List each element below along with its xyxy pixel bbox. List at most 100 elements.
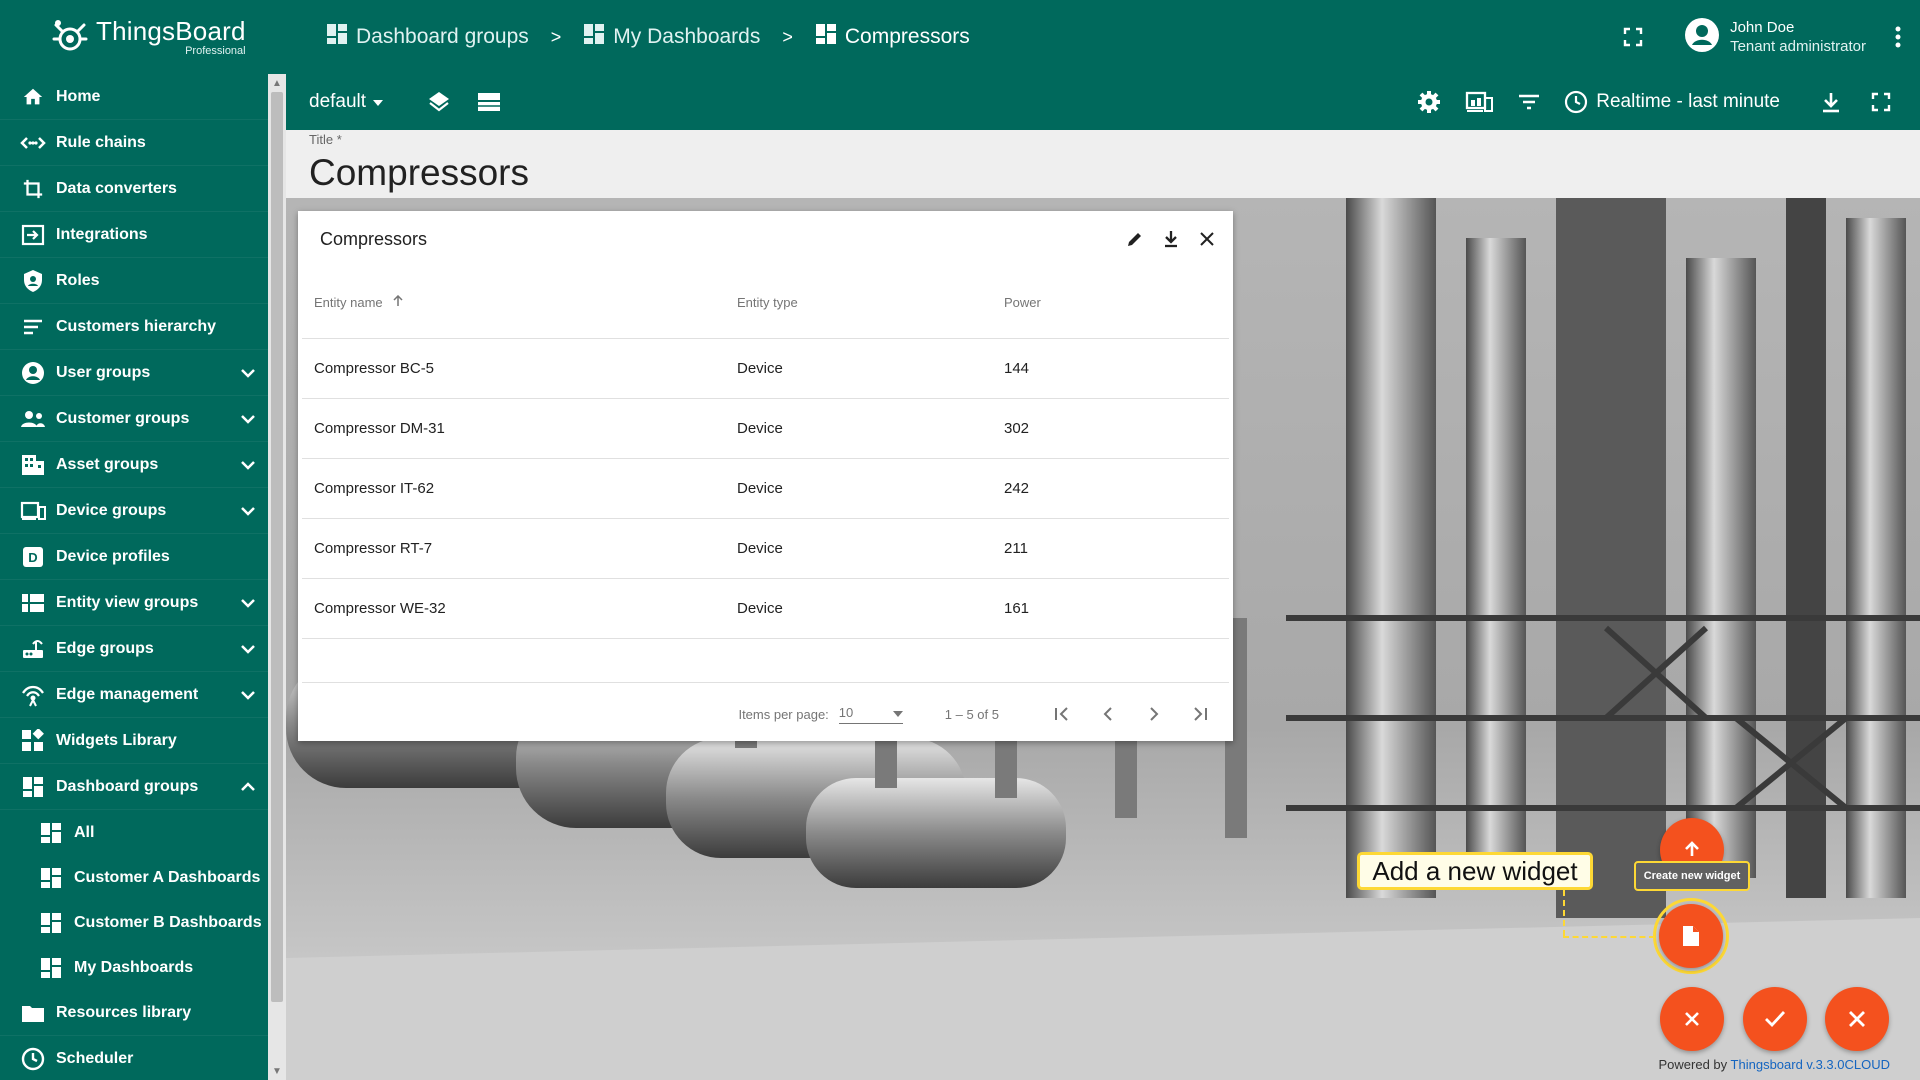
chevron-down-icon[interactable] xyxy=(228,368,268,378)
sidebar-item-customers-hierarchy[interactable]: Customers hierarchy xyxy=(0,304,268,350)
sidebar-item-integrations[interactable]: Integrations xyxy=(0,212,268,258)
create-new-widget-fab[interactable] xyxy=(1659,904,1723,968)
chevron-up-icon[interactable] xyxy=(228,781,268,792)
chevron-down-icon[interactable] xyxy=(228,644,268,654)
scroll-up-icon[interactable]: ▲ xyxy=(268,74,286,92)
sidebar-scrollbar[interactable]: ▲ ▼ xyxy=(268,74,286,1080)
timewindow-label: Realtime - last minute xyxy=(1596,91,1780,112)
table-row[interactable]: Compressor RT-7 Device 211 xyxy=(302,519,1229,579)
close-icon xyxy=(1849,1011,1865,1027)
sidebar-item-scheduler[interactable]: Scheduler xyxy=(0,1036,268,1080)
powered-by-link[interactable]: Thingsboard v.3.3.0CLOUD xyxy=(1731,1057,1890,1072)
cell-power: 211 xyxy=(1004,540,1028,557)
filter-icon[interactable] xyxy=(1504,80,1554,124)
table-header-row: Entity name Entity type Power xyxy=(302,267,1229,339)
edit-pencil-icon[interactable] xyxy=(1117,221,1153,257)
column-header-entity-name[interactable]: Entity name xyxy=(302,294,737,310)
dashboard-title-field[interactable]: Title * Compressors xyxy=(286,130,1920,198)
cell-entity-type: Device xyxy=(737,420,783,437)
download-icon[interactable] xyxy=(1153,221,1189,257)
more-vert-icon[interactable] xyxy=(1876,26,1920,48)
table-row[interactable]: Compressor BC-5 Device 144 xyxy=(302,339,1229,399)
table-row[interactable]: Compressor DM-31 Device 302 xyxy=(302,399,1229,459)
arrow-drop-down-icon xyxy=(372,91,384,113)
close-fab-menu-button[interactable] xyxy=(1660,987,1724,1051)
breadcrumb-item-dashboard-groups[interactable]: Dashboard groups xyxy=(326,23,529,51)
items-per-page-value: 10 xyxy=(838,704,854,720)
previous-page-icon[interactable] xyxy=(1085,694,1131,734)
sidebar-subitem-customer-a-dashboards[interactable]: Customer A Dashboards xyxy=(0,855,268,900)
sidebar-item-edge-groups[interactable]: Edge groups xyxy=(0,626,268,672)
sidebar-item-dashboard-groups[interactable]: Dashboard groups xyxy=(0,764,268,810)
breadcrumb-label: Compressors xyxy=(844,25,970,48)
user-menu[interactable]: John Doe Tenant administrator xyxy=(1684,17,1866,58)
sidebar-item-label: Customer groups xyxy=(56,409,190,427)
next-page-icon[interactable] xyxy=(1131,694,1177,734)
layouts-button[interactable] xyxy=(464,80,514,124)
clock-icon xyxy=(1565,90,1588,114)
sidebar-item-label: Device groups xyxy=(56,501,167,519)
sidebar-item-entity-view-groups[interactable]: Entity view groups xyxy=(0,580,268,626)
chevron-down-icon[interactable] xyxy=(228,460,268,470)
scrollbar-thumb[interactable] xyxy=(271,92,283,1002)
state-selector[interactable]: default xyxy=(309,91,384,113)
svg-text:D: D xyxy=(28,550,37,565)
entity-view-groups-icon xyxy=(20,590,46,616)
sidebar-item-label: Asset groups xyxy=(56,455,159,473)
sidebar-subitem-my-dashboards[interactable]: My Dashboards xyxy=(0,945,268,990)
account-circle-icon xyxy=(1684,17,1720,58)
table-row[interactable]: Compressor WE-32 Device 161 xyxy=(302,579,1229,639)
download-icon[interactable] xyxy=(1806,80,1856,124)
logo[interactable]: ThingsBoard Professional xyxy=(0,0,286,74)
sidebar-item-label: Device profiles xyxy=(56,547,170,565)
sidebar-subitem-customer-b-dashboards[interactable]: Customer B Dashboards xyxy=(0,900,268,945)
sidebar-subitem-all[interactable]: All xyxy=(0,810,268,855)
timewindow-button[interactable]: Realtime - last minute xyxy=(1564,90,1780,114)
table-row[interactable]: Compressor IT-62 Device 242 xyxy=(302,459,1229,519)
items-per-page-select[interactable]: 10 xyxy=(838,704,903,724)
chevron-down-icon[interactable] xyxy=(228,414,268,424)
sidebar-item-rule-chains[interactable]: Rule chains xyxy=(0,120,268,166)
sidebar-item-edge-management[interactable]: Edge management xyxy=(0,672,268,718)
scroll-down-icon[interactable]: ▼ xyxy=(268,1062,286,1080)
title-field-value[interactable]: Compressors xyxy=(309,152,529,194)
cell-entity-name: Compressor WE-32 xyxy=(314,600,446,617)
breadcrumb-item-my-dashboards[interactable]: My Dashboards xyxy=(583,23,760,51)
cell-power: 161 xyxy=(1004,600,1030,617)
sidebar-item-user-groups[interactable]: User groups xyxy=(0,350,268,396)
breadcrumb-separator: > xyxy=(782,26,793,47)
dashboard-icon xyxy=(583,23,605,51)
close-icon[interactable] xyxy=(1189,221,1225,257)
settings-gear-icon[interactable] xyxy=(1404,80,1454,124)
add-widget-callout: Add a new widget xyxy=(1357,852,1593,890)
arrow-drop-down-icon xyxy=(892,705,903,720)
fullscreen-button[interactable] xyxy=(1608,15,1658,59)
decline-changes-button[interactable] xyxy=(1825,987,1889,1051)
sidebar-item-resources-library[interactable]: Resources library xyxy=(0,990,268,1036)
sidebar-item-device-groups[interactable]: Device groups xyxy=(0,488,268,534)
cell-entity-type: Device xyxy=(737,480,783,497)
sidebar-item-home[interactable]: Home xyxy=(0,74,268,120)
chevron-down-icon[interactable] xyxy=(228,690,268,700)
sidebar-item-widgets-library[interactable]: Widgets Library xyxy=(0,718,268,764)
sidebar-item-device-profiles[interactable]: D Device profiles xyxy=(0,534,268,580)
cell-power: 242 xyxy=(1004,480,1030,497)
first-page-icon[interactable] xyxy=(1039,694,1085,734)
chevron-down-icon[interactable] xyxy=(228,598,268,608)
check-icon xyxy=(1765,1011,1786,1028)
sidebar-item-data-converters[interactable]: Data converters xyxy=(0,166,268,212)
sidebar-item-roles[interactable]: Roles xyxy=(0,258,268,304)
sidebar-item-asset-groups[interactable]: Asset groups xyxy=(0,442,268,488)
column-header-entity-type[interactable]: Entity type xyxy=(737,295,1004,310)
column-header-power[interactable]: Power xyxy=(1004,295,1204,310)
layers-button[interactable] xyxy=(414,80,464,124)
sidebar-item-customer-groups[interactable]: Customer groups xyxy=(0,396,268,442)
brand-name: ThingsBoard xyxy=(96,15,246,46)
sidebar-item-label: Roles xyxy=(56,271,100,289)
fullscreen-icon[interactable] xyxy=(1856,80,1906,124)
devices-icon[interactable] xyxy=(1454,80,1504,124)
chevron-down-icon[interactable] xyxy=(228,506,268,516)
last-page-icon[interactable] xyxy=(1177,694,1223,734)
apply-changes-button[interactable] xyxy=(1743,987,1807,1051)
rule-chains-icon xyxy=(20,130,46,156)
